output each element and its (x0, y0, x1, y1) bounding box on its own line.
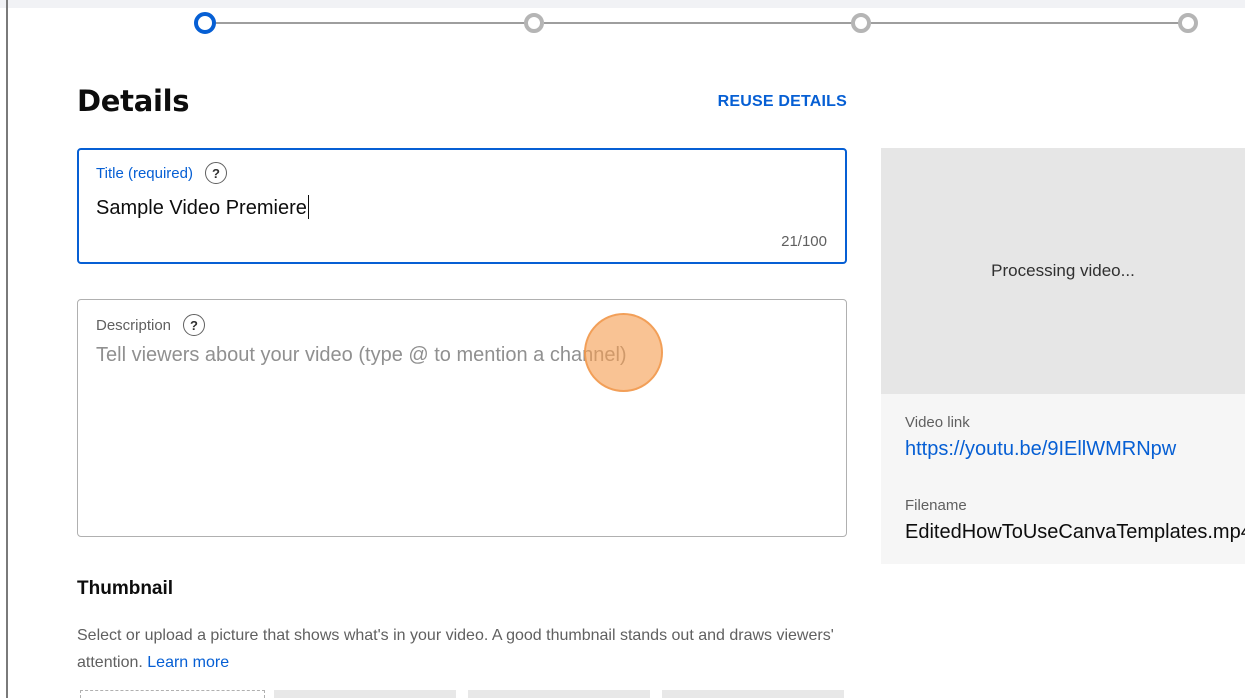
stepper-line-2 (544, 22, 852, 24)
title-field-label: Title (required) (96, 164, 193, 182)
thumbnail-option-2[interactable] (468, 690, 650, 698)
step-4[interactable] (1178, 13, 1198, 33)
text-caret (307, 195, 310, 219)
stepper-line-1 (216, 22, 526, 24)
description-field-label: Description (96, 316, 172, 334)
thumbnail-option-3[interactable] (662, 690, 844, 698)
step-2[interactable] (524, 13, 544, 33)
help-circle-icon[interactable]: ? (183, 314, 206, 336)
learn-more-link[interactable]: Learn more (147, 654, 229, 671)
description-field[interactable]: Description ? Tell viewers about your vi… (77, 299, 847, 537)
video-preview-card: Processing video... Video link https://y… (881, 148, 1245, 564)
thumbnail-help-text: Select or upload a picture that shows wh… (77, 622, 847, 676)
title-field-label-row: Title (required) ? (96, 162, 227, 184)
title-input-value: Sample Video Premiere (96, 197, 307, 219)
click-highlight-circle (584, 313, 663, 392)
stepper-line-3 (871, 22, 1180, 24)
filename-value: EditedHowToUseCanvaTemplates.mp4 (905, 521, 1245, 543)
step-3[interactable] (851, 13, 871, 33)
thumbnail-heading: Thumbnail (77, 578, 174, 599)
filename-label: Filename (905, 497, 967, 514)
title-input[interactable]: Sample Video Premiere (96, 195, 796, 220)
title-field[interactable]: Title (required) ? Sample Video Premiere… (77, 148, 847, 264)
top-bar (0, 0, 1245, 8)
reuse-details-button[interactable]: REUSE DETAILS (718, 93, 847, 111)
upload-thumbnail-slot[interactable] (80, 690, 265, 698)
video-link[interactable]: https://youtu.be/9IEllWMRNpw (905, 438, 1176, 461)
video-link-label: Video link (905, 414, 970, 431)
help-circle-icon[interactable]: ? (204, 162, 227, 184)
processing-status: Processing video... (991, 261, 1135, 280)
title-char-counter: 21/100 (781, 233, 827, 250)
description-input[interactable]: Tell viewers about your video (type @ to… (96, 344, 627, 367)
page-title: Details (77, 84, 190, 118)
left-divider (6, 0, 8, 698)
thumbnail-option-1[interactable] (274, 690, 456, 698)
video-preview: Processing video... (881, 148, 1245, 394)
upload-stepper (0, 8, 1245, 38)
description-field-label-row: Description ? (96, 314, 206, 336)
step-details[interactable] (194, 12, 216, 34)
